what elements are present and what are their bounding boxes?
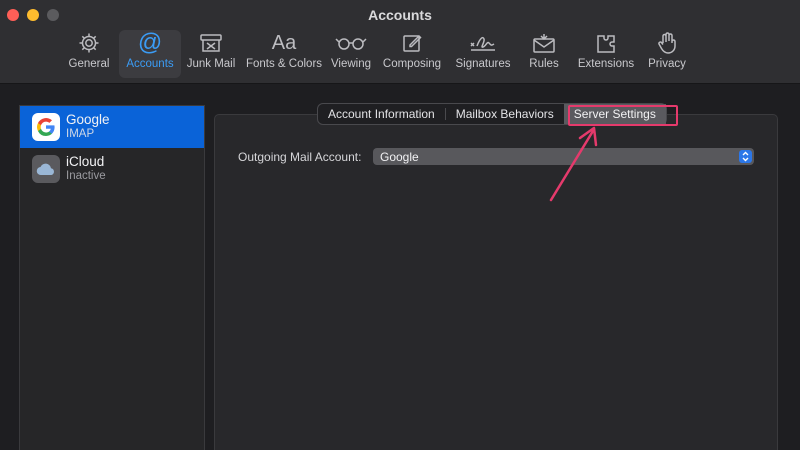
gear-icon [77,30,101,56]
account-tabs: Account Information Mailbox Behaviors Se… [317,103,667,125]
account-item-google[interactable]: Google IMAP [20,106,204,148]
junk-mail-icon [198,30,224,56]
accounts-pane: Google IMAP iCloud Inactive [0,85,800,450]
toolbar-item-signatures[interactable]: Signatures [452,30,514,78]
account-item-icloud[interactable]: iCloud Inactive [20,148,204,190]
toolbar-label: Signatures [455,58,511,70]
accounts-sidebar: Google IMAP iCloud Inactive [19,105,205,450]
toolbar-item-privacy[interactable]: Privacy [644,30,690,78]
icloud-icon [32,155,60,183]
outgoing-mail-account-value: Google [380,149,419,164]
google-icon [32,113,60,141]
toolbar-label: Privacy [648,58,686,70]
toolbar-item-extensions[interactable]: Extensions [574,30,638,78]
puzzle-icon [594,30,618,56]
toolbar-label: Junk Mail [186,58,236,70]
preferences-toolbar: General @ Accounts Junk Mail Aa Fonts & … [64,30,690,78]
toolbar-label: Accounts [126,58,174,70]
chevron-updown-icon [739,150,752,163]
toolbar-label: General [68,58,110,70]
tab-mailbox-behaviors[interactable]: Mailbox Behaviors [446,104,564,124]
toolbar-item-viewing[interactable]: Viewing [328,30,374,78]
outgoing-mail-account-select[interactable]: Google [373,148,754,165]
toolbar-item-fonts-colors[interactable]: Aa Fonts & Colors [242,30,326,78]
account-status: IMAP [66,128,95,140]
fonts-icon: Aa [271,32,297,54]
glasses-icon [335,30,367,56]
toolbar-label: Rules [529,58,559,70]
account-name: iCloud [66,154,105,169]
account-name: Google [66,112,110,127]
account-status: Inactive [66,170,106,182]
signature-icon [468,30,498,56]
toolbar-item-general[interactable]: General [64,30,114,78]
toolbar-label: Fonts & Colors [245,58,323,70]
tab-server-settings[interactable]: Server Settings [563,104,666,124]
window-titlebar: Accounts General @ Accounts Junk Mail Aa… [0,0,800,84]
toolbar-item-rules[interactable]: Rules [526,30,562,78]
at-sign-icon: @ [137,29,163,56]
compose-icon [401,30,423,56]
toolbar-label: Viewing [330,58,372,70]
tab-account-information[interactable]: Account Information [318,104,445,124]
rules-icon [531,30,557,56]
outgoing-mail-account-label: Outgoing Mail Account: [238,150,362,164]
toolbar-label: Composing [382,58,442,70]
window-title: Accounts [368,7,432,23]
toolbar-item-composing[interactable]: Composing [380,30,444,78]
toolbar-item-junk-mail[interactable]: Junk Mail [183,30,239,78]
hand-icon [656,30,678,56]
toolbar-item-accounts[interactable]: @ Accounts [119,30,181,78]
toolbar-label: Extensions [577,58,635,70]
